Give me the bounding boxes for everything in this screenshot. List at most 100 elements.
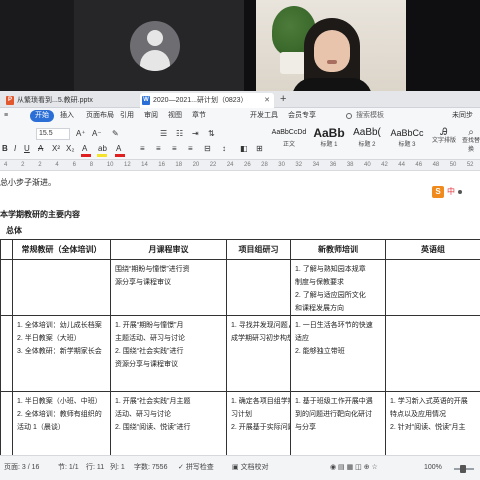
tab-pptx[interactable]: P 从繁琐看到...5.教研.pptx <box>4 93 134 108</box>
close-icon[interactable]: ✕ <box>264 93 270 108</box>
table-header-regular-research[interactable]: 常规教研（全体培训） <box>12 239 110 259</box>
table-cell-line: 活动 1（晨谈） <box>17 424 65 431</box>
ruler-number: 46 <box>415 162 423 168</box>
proofread-button[interactable]: ▣ 文档校对 <box>232 462 269 474</box>
underline-icon[interactable]: U <box>24 144 30 154</box>
table-cell-line: 2. 围绕“阅读、悦读”进行 <box>115 424 191 431</box>
word-count[interactable]: 字数: 7556 <box>134 462 167 474</box>
table-cell-project-study[interactable]: 1. 确定各项目组学期研习计划 2. 开展基于实际问题及 <box>226 391 290 455</box>
subscript-icon[interactable]: X₂ <box>66 144 74 154</box>
table-row-marker[interactable] <box>0 315 12 391</box>
table-cell-english-group[interactable] <box>385 315 480 391</box>
menu-item-layout[interactable]: 页面布局 <box>86 110 114 122</box>
table-row-marker[interactable] <box>0 391 12 455</box>
table-cell-regular-research[interactable] <box>12 259 110 315</box>
spellcheck-button[interactable]: ✓ 拼写检查 <box>178 462 214 474</box>
style-heading-2[interactable]: AaBb( 标题 2 <box>348 126 386 156</box>
sogou-logo-icon: S <box>432 186 444 198</box>
text-layout-button[interactable]: Ꭿ 文字排版 <box>428 128 460 146</box>
bold-icon[interactable]: B <box>2 144 8 154</box>
table-cell-line: 2. 针对“阅读、悦读”月主 <box>390 424 466 431</box>
find-replace-button[interactable]: ⌕ 查找替换 <box>462 128 480 155</box>
justify-icon[interactable]: ≡ <box>188 144 193 154</box>
table-row-marker[interactable] <box>0 259 12 315</box>
style-heading-3[interactable]: AaBbCc 标题 3 <box>388 126 426 156</box>
list-bullets-icon[interactable]: ☰ <box>160 129 167 139</box>
menu-item-review[interactable]: 审阅 <box>144 110 158 122</box>
highlight-icon[interactable]: ab <box>98 144 107 154</box>
table-cell-new-teacher-training[interactable]: 1. 一日生活各环节的快速 适应 2. 能够独立带班 <box>290 315 385 391</box>
zoom-slider-handle[interactable] <box>460 465 466 473</box>
indent-icon[interactable]: ⇥ <box>192 129 199 139</box>
search-templates-input[interactable]: 搜索模板 <box>346 110 400 122</box>
menu-item-member[interactable]: 会员专享 <box>288 110 316 122</box>
video-call-strip <box>0 0 480 91</box>
menu-item-sections[interactable]: 章节 <box>192 110 206 122</box>
table-cell-monthly-review[interactable]: 1. 开展“期盼与憧憬”月 主题活动、研习与讨论 2. 围绕“社会实践”进行 资源分享… <box>110 315 226 391</box>
shading-icon[interactable]: ◧ <box>240 144 248 154</box>
table-cell-project-study[interactable]: 1. 寻找并发现问题，形成学期研习初步构想 <box>226 315 290 391</box>
increase-font-icon[interactable]: A⁺ <box>76 129 86 139</box>
table-cell-line: 1. 一日生活各环节的快速 <box>295 322 373 329</box>
zoom-level[interactable]: 100% <box>424 462 442 474</box>
default-avatar-icon <box>130 21 180 71</box>
ruler-number: 34 <box>312 162 320 168</box>
tab-docx-active[interactable]: W 2020—2021...研计划（0823） ✕ <box>140 93 274 108</box>
table-cell-new-teacher-training[interactable]: 1. 了解与熟知园本规章 制度与保教要求 2. 了解与适应园所文化 和课程发展方向 <box>290 259 385 315</box>
menu-item-view[interactable]: 视图 <box>168 110 182 122</box>
document-page[interactable]: 总小步子渐进。 S 中 本学期教研的主要内容 总体 常规教研（全体培训） 月课程审… <box>0 171 480 455</box>
distributed-icon[interactable]: ⊟ <box>204 144 211 154</box>
style-normal[interactable]: AaBbCcDd 正文 <box>270 126 308 156</box>
table-header-project-study[interactable]: 项目组研习 <box>226 239 290 259</box>
font-color-icon[interactable]: A <box>82 144 87 154</box>
video-tile-speaker[interactable] <box>256 0 406 91</box>
sync-status[interactable]: 未同步 <box>452 110 473 122</box>
table-cell-line: 1. 了解与熟知园本规章 <box>295 266 366 273</box>
find-icon: ⌕ <box>468 127 474 138</box>
ruler-number: 50 <box>449 162 457 168</box>
align-center-icon[interactable]: ≡ <box>156 144 161 154</box>
table-cell-english-group[interactable] <box>385 259 480 315</box>
align-left-icon[interactable]: ≡ <box>140 144 145 154</box>
menu-item-developer[interactable]: 开发工具 <box>250 110 278 122</box>
table-header-row-marker[interactable] <box>0 239 12 259</box>
table-header-label: 项目组研习 <box>238 245 279 254</box>
view-mode-icons[interactable]: ◉ ▤ ▦ ◫ ⊕ ☆ <box>330 462 378 474</box>
table-header-new-teacher-training[interactable]: 新教师培训 <box>290 239 385 259</box>
decrease-font-icon[interactable]: A⁻ <box>92 129 102 139</box>
table-header-monthly-review[interactable]: 月课程审议 <box>110 239 226 259</box>
sort-icon[interactable]: ⇅ <box>208 129 215 139</box>
new-tab-button[interactable]: + <box>280 92 286 106</box>
menu-item-references[interactable]: 引用 <box>120 110 134 122</box>
menu-icon[interactable]: ≡ <box>4 110 8 122</box>
table-cell-line: 资源分享与课程审议 <box>115 361 178 368</box>
table-cell-monthly-review[interactable]: 围绕“期盼与憧憬”进行资 源分享与课程审议 <box>110 259 226 315</box>
clear-format-icon[interactable]: ✎ <box>112 129 119 139</box>
table-header-english-group[interactable]: 英语组 <box>385 239 480 259</box>
strikethrough-icon[interactable]: A <box>38 144 43 154</box>
ruler-number: 18 <box>175 162 183 168</box>
table-cell-project-study[interactable] <box>226 259 290 315</box>
italic-icon[interactable]: I <box>14 144 16 154</box>
align-right-icon[interactable]: ≡ <box>172 144 177 154</box>
video-tile-blank-right[interactable] <box>406 0 480 91</box>
style-heading-1[interactable]: AaBb 标题 1 <box>310 126 348 156</box>
font-size-select[interactable]: 15.5 <box>36 128 70 140</box>
menu-item-insert[interactable]: 插入 <box>60 110 74 122</box>
char-shading-icon[interactable]: A <box>116 144 121 154</box>
table-cell-monthly-review[interactable]: 1. 开展“社会实践”月主题 活动、研习与讨论 2. 围绕“阅读、悦读”进行 <box>110 391 226 455</box>
table-cell-new-teacher-training[interactable]: 1. 基于班级工作开展中遇 到的问题进行靶向化研讨 与分享 <box>290 391 385 455</box>
line-spacing-icon[interactable]: ↕ <box>222 144 226 154</box>
table-cell-regular-research[interactable]: 1. 半日教案（小班、中班） 2. 全体培训：教师有组织的 活动 1（晨谈） <box>12 391 110 455</box>
table-cell-english-group[interactable]: 1. 学习新入式英语的开展 特点以及应用情况 2. 针对“阅读、悦读”月主 <box>385 391 480 455</box>
menu-item-home[interactable]: 开始 <box>30 110 54 122</box>
superscript-icon[interactable]: X² <box>52 144 60 154</box>
page-indicator[interactable]: 页面: 3 / 16 <box>4 462 39 474</box>
video-tile-avatar[interactable] <box>74 0 244 91</box>
ime-toolbar[interactable]: S 中 <box>432 186 478 199</box>
horizontal-ruler[interactable]: 4 2 2 4 6 8 10 12 14 16 18 20 22 24 26 28 30 32 34 36 38 40 42… <box>0 160 480 171</box>
video-tile-blank-left[interactable] <box>0 0 74 91</box>
table-cell-regular-research[interactable]: 1. 全体培训：幼儿成长档案 2. 半日教案（大班） 3. 全体教研：新学期家长会 <box>12 315 110 391</box>
borders-icon[interactable]: ⊞ <box>256 144 263 154</box>
list-numbers-icon[interactable]: ☷ <box>176 129 183 139</box>
